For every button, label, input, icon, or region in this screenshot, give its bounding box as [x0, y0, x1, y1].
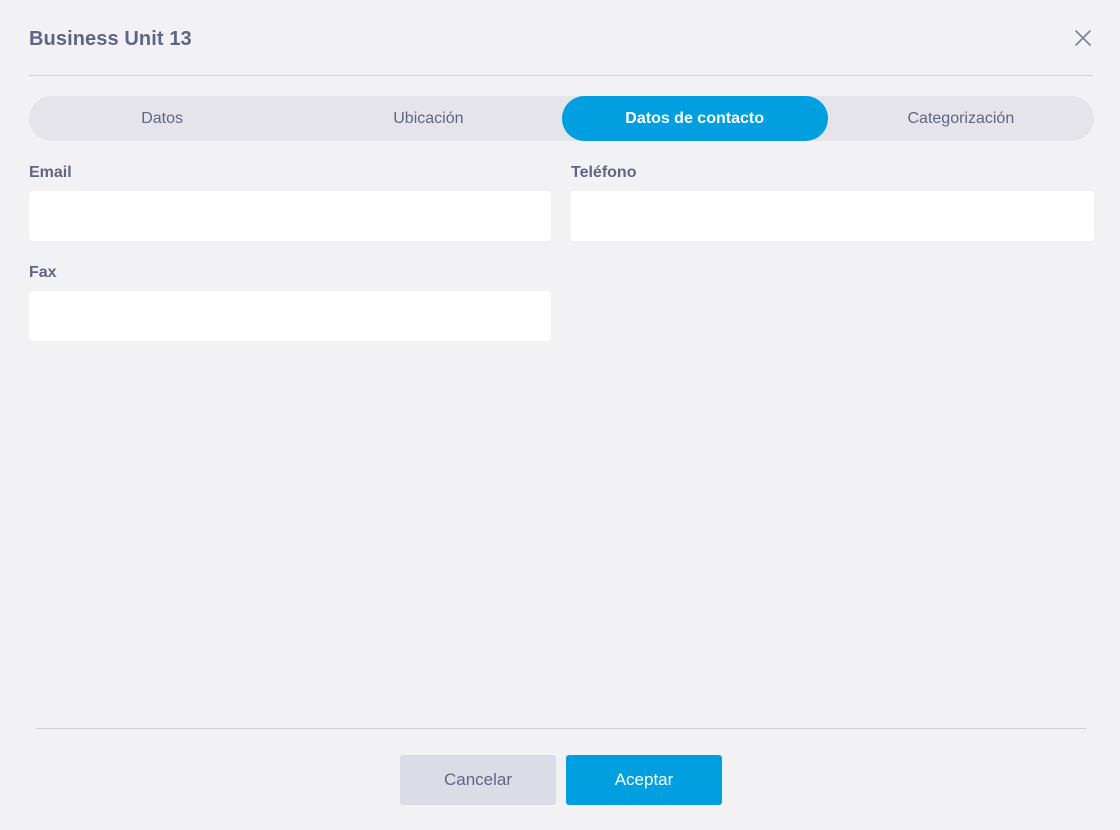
- tab-bar: Datos Ubicación Datos de contacto Catego…: [29, 96, 1094, 141]
- telefono-label: Teléfono: [571, 164, 637, 181]
- header-divider: [29, 75, 1093, 76]
- accept-button[interactable]: Aceptar: [566, 755, 722, 805]
- email-field[interactable]: [29, 191, 551, 241]
- close-icon: [1075, 30, 1091, 46]
- fax-label: Fax: [29, 264, 57, 281]
- tab-datos[interactable]: Datos: [29, 96, 295, 141]
- tab-categorizacion[interactable]: Categorización: [828, 96, 1094, 141]
- tab-ubicacion[interactable]: Ubicación: [295, 96, 561, 141]
- telefono-field[interactable]: [571, 191, 1094, 241]
- close-button[interactable]: [1071, 26, 1095, 50]
- tab-datos-de-contacto[interactable]: Datos de contacto: [561, 96, 828, 141]
- cancel-button[interactable]: Cancelar: [400, 755, 556, 805]
- fax-field[interactable]: [29, 291, 551, 341]
- email-label: Email: [29, 164, 72, 181]
- dialog-title: Business Unit 13: [29, 28, 192, 50]
- footer-divider: [36, 728, 1086, 729]
- business-unit-dialog: Business Unit 13 Datos Ubicación Datos d…: [0, 0, 1120, 830]
